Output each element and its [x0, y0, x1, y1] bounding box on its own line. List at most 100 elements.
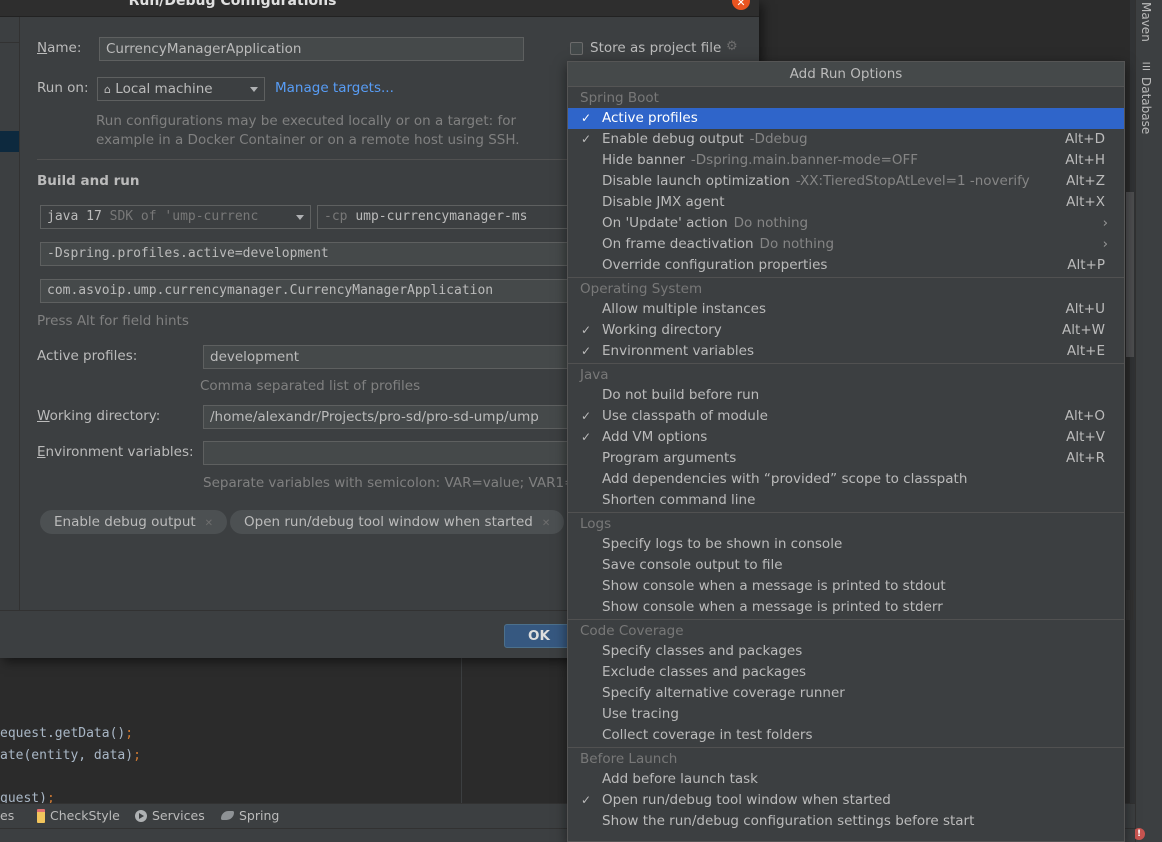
menu-item-detail: Do nothing — [759, 236, 835, 252]
checkstyle-tool-tab[interactable]: CheckStyle — [37, 808, 120, 823]
menu-item-label: Save console output to file — [602, 557, 783, 573]
tool-tab-partial[interactable]: es — [0, 808, 14, 823]
menu-item-shortcut: Alt+O — [1064, 408, 1105, 424]
services-tool-tab[interactable]: Services — [135, 808, 205, 823]
classpath-module-dropdown[interactable]: -cp ump-currencymanager-ms — [317, 205, 577, 229]
tree-selected-item[interactable] — [0, 131, 19, 152]
field-hints-text: Press Alt for field hints — [37, 313, 189, 329]
gear-icon[interactable]: ⚙ — [726, 39, 738, 54]
chevron-right-icon: › — [1102, 236, 1108, 252]
environment-variables-label: Environment variables: — [37, 444, 194, 460]
menu-item[interactable]: Program arguments Alt+R — [568, 448, 1124, 469]
menu-item[interactable]: Add dependencies with “provided” scope t… — [568, 469, 1124, 490]
menu-item[interactable]: Allow multiple instances Alt+U — [568, 299, 1124, 320]
menu-item[interactable]: Specify logs to be shown in console — [568, 534, 1124, 555]
menu-item[interactable]: Use tracing — [568, 704, 1124, 725]
option-group-title: Code Coverage — [580, 623, 684, 639]
working-directory-input[interactable]: /home/alexandr/Projects/pro-sd/pro-sd-um… — [203, 405, 583, 429]
menu-item[interactable]: Override configuration properties Alt+P — [568, 255, 1124, 276]
name-input[interactable]: CurrencyManagerApplication — [99, 37, 524, 61]
popup-title: Add Run Options — [568, 62, 1124, 87]
spring-tool-tab[interactable]: Spring — [221, 808, 279, 823]
name-label: NName:ame: — [37, 40, 82, 56]
menu-item-detail: -Dspring.main.banner-mode=OFF — [690, 152, 919, 168]
menu-item[interactable]: Hide banner -Dspring.main.banner-mode=OFF… — [568, 150, 1124, 171]
menu-item-label: Add VM options — [602, 429, 708, 445]
checkmark-icon: ✓ — [581, 111, 592, 125]
ok-button[interactable]: OK — [504, 624, 574, 648]
vm-options-input[interactable]: -Dspring.profiles.active=development — [40, 242, 580, 266]
menu-item[interactable]: On 'Update' action Do nothing › — [568, 213, 1124, 234]
menu-item[interactable]: Disable launch optimization -XX:TieredSto… — [568, 171, 1124, 192]
menu-item-shortcut: Alt+E — [1066, 343, 1105, 359]
close-button[interactable]: ✕ — [732, 0, 750, 10]
menu-item-label: Specify classes and packages — [602, 643, 803, 659]
dialog-titlebar[interactable]: Run/Debug Configurations ✕ — [0, 0, 759, 17]
menu-item[interactable]: ✓ Enable debug output -Ddebug Alt+D — [568, 129, 1124, 150]
active-profiles-input[interactable]: development — [203, 345, 583, 369]
menu-item[interactable]: Show the run/debug configuration setting… — [568, 811, 1124, 832]
menu-item-label: Add before launch task — [602, 771, 758, 787]
run-on-label: Run on: — [37, 80, 89, 96]
menu-item[interactable]: Collect coverage in test folders — [568, 725, 1124, 746]
menu-item-label: Allow multiple instances — [602, 301, 766, 317]
menu-item-shortcut: Alt+Z — [1066, 173, 1105, 189]
run-on-dropdown[interactable]: ⌂ Local machine — [97, 77, 265, 101]
menu-item[interactable]: On frame deactivation Do nothing › — [568, 234, 1124, 255]
option-group: Operating System Allow multiple instances… — [568, 280, 1124, 364]
active-profiles-label: Active profiles: — [37, 348, 138, 364]
menu-item[interactable]: Do not build before run — [568, 385, 1124, 406]
maven-tool-tab[interactable]: Maven — [1139, 2, 1153, 42]
menu-item-label: Collect coverage in test folders — [602, 727, 813, 743]
menu-item[interactable]: Save console output to file — [568, 555, 1124, 576]
menu-item[interactable]: Specify alternative coverage runner — [568, 683, 1124, 704]
editor-scrollbar-thumb[interactable] — [1126, 192, 1134, 357]
working-directory-label: Working directory: — [37, 408, 161, 424]
environment-variables-input[interactable] — [203, 441, 583, 465]
menu-item[interactable]: Disable JMX agent Alt+X — [568, 192, 1124, 213]
store-as-project-file-checkbox[interactable] — [570, 42, 583, 55]
menu-item-detail: -XX:TieredStopAtLevel=1 -noverify — [795, 173, 1030, 189]
menu-item[interactable]: Shorten command line — [568, 490, 1124, 511]
menu-item-label: Active profiles — [602, 110, 698, 126]
menu-item[interactable]: Show console when a message is printed t… — [568, 597, 1124, 618]
option-group: Java Do not build before run ✓ Use classpat… — [568, 366, 1124, 513]
right-tool-strip: Maven ☰Database — [1135, 0, 1162, 842]
chip-enable-debug-output[interactable]: Enable debug output ✕ — [40, 510, 228, 534]
checkmark-icon: ✓ — [581, 409, 592, 423]
build-and-run-title: Build and run — [37, 173, 140, 189]
checkmark-icon: ✓ — [581, 344, 592, 358]
chevron-down-icon — [250, 87, 258, 92]
menu-item[interactable]: ✓ Active profiles — [568, 108, 1124, 129]
store-as-project-file-label[interactable]: Store as project file — [590, 40, 721, 56]
checkmark-icon: ✓ — [581, 323, 592, 337]
menu-item-shortcut: Alt+H — [1065, 152, 1105, 168]
chip-open-tool-window[interactable]: Open run/debug tool window when started ✕ — [230, 510, 565, 534]
main-class-input[interactable]: com.asvoip.ump.currencymanager.CurrencyM… — [40, 279, 580, 303]
menu-item[interactable]: ✓ Environment variables Alt+E — [568, 341, 1124, 362]
menu-item[interactable]: Exclude classes and packages — [568, 662, 1124, 683]
option-group-title: Operating System — [580, 281, 703, 297]
menu-item[interactable]: Specify classes and packages — [568, 641, 1124, 662]
remove-chip-icon[interactable]: ✕ — [205, 518, 213, 529]
configurations-tree[interactable] — [0, 17, 20, 610]
menu-item-label: Use classpath of module — [602, 408, 768, 424]
manage-targets-link[interactable]: Manage targets... — [275, 80, 394, 96]
environment-variables-hint: Separate variables with semicolon: VAR=v… — [203, 475, 584, 491]
jre-dropdown[interactable]: java 17 SDK of 'ump-currenc — [40, 205, 311, 229]
run-on-hint-line-1: Run configurations may be executed local… — [96, 113, 517, 129]
menu-item-label: Specify logs to be shown in console — [602, 536, 843, 552]
checkmark-icon: ✓ — [581, 793, 592, 807]
database-tool-tab[interactable]: ☰Database — [1139, 62, 1153, 134]
menu-item[interactable]: ✓ Open run/debug tool window when started — [568, 790, 1124, 811]
menu-item[interactable]: Add before launch task — [568, 769, 1124, 790]
menu-item[interactable]: ✓ Use classpath of module Alt+O — [568, 406, 1124, 427]
chevron-down-icon — [296, 215, 304, 220]
checkstyle-icon — [37, 808, 45, 823]
menu-item[interactable]: ✓ Add VM options Alt+V — [568, 427, 1124, 448]
menu-item[interactable]: ✓ Working directory Alt+W — [568, 320, 1124, 341]
menu-item-shortcut: Alt+R — [1066, 450, 1105, 466]
menu-item[interactable]: Show console when a message is printed t… — [568, 576, 1124, 597]
remove-chip-icon[interactable]: ✕ — [542, 518, 550, 529]
menu-item-label: Use tracing — [602, 706, 679, 722]
